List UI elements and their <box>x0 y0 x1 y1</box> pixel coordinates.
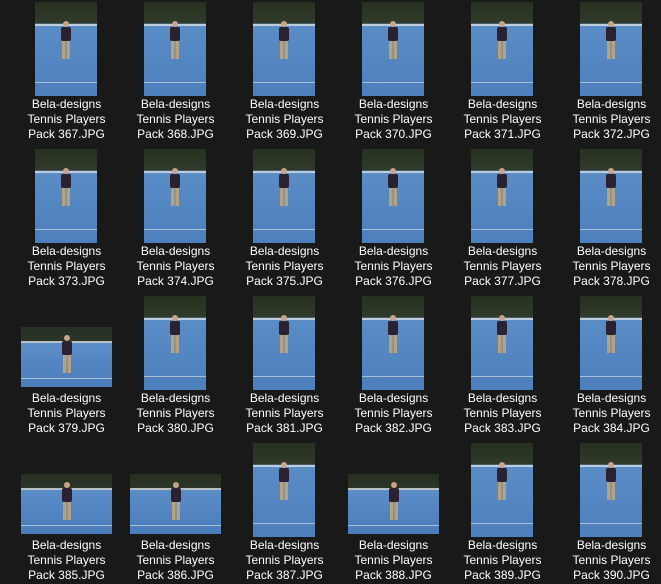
file-item[interactable]: Bela-designs Tennis Players Pack 387.JPG <box>230 443 339 584</box>
file-name[interactable]: Bela-designs Tennis Players Pack 373.JPG <box>12 244 121 289</box>
file-item[interactable]: Bela-designs Tennis Players Pack 377.JPG <box>448 149 557 294</box>
file-thumbnail-grid: Bela-designs Tennis Players Pack 367.JPG… <box>0 0 661 584</box>
image-thumbnail[interactable] <box>253 443 315 537</box>
image-thumbnail[interactable] <box>471 443 533 537</box>
file-name[interactable]: Bela-designs Tennis Players Pack 370.JPG <box>339 97 448 142</box>
file-name[interactable]: Bela-designs Tennis Players Pack 372.JPG <box>557 97 661 142</box>
file-name[interactable]: Bela-designs Tennis Players Pack 375.JPG <box>230 244 339 289</box>
image-thumbnail[interactable] <box>253 149 315 243</box>
file-item[interactable]: Bela-designs Tennis Players Pack 384.JPG <box>557 296 661 441</box>
image-thumbnail[interactable] <box>580 443 642 537</box>
image-thumbnail[interactable] <box>580 149 642 243</box>
file-item[interactable]: Bela-designs Tennis Players Pack 383.JPG <box>448 296 557 441</box>
image-thumbnail[interactable] <box>471 149 533 243</box>
file-item[interactable]: Bela-designs Tennis Players Pack 369.JPG <box>230 2 339 147</box>
file-item[interactable]: Bela-designs Tennis Players Pack 376.JPG <box>339 149 448 294</box>
file-item[interactable]: Bela-designs Tennis Players Pack 374.JPG <box>121 149 230 294</box>
image-thumbnail[interactable] <box>253 2 315 96</box>
image-thumbnail[interactable] <box>348 474 439 534</box>
file-item[interactable]: Bela-designs Tennis Players Pack 382.JPG <box>339 296 448 441</box>
file-name[interactable]: Bela-designs Tennis Players Pack 386.JPG <box>121 538 230 583</box>
file-item[interactable]: Bela-designs Tennis Players Pack 367.JPG <box>12 2 121 147</box>
image-thumbnail[interactable] <box>471 296 533 390</box>
file-item[interactable]: Bela-designs Tennis Players Pack 370.JPG <box>339 2 448 147</box>
file-name[interactable]: Bela-designs Tennis Players Pack 387.JPG <box>230 538 339 583</box>
file-name[interactable]: Bela-designs Tennis Players Pack 388.JPG <box>339 538 448 583</box>
file-item[interactable]: Bela-designs Tennis Players Pack 378.JPG <box>557 149 661 294</box>
file-item[interactable]: Bela-designs Tennis Players Pack 373.JPG <box>12 149 121 294</box>
file-item[interactable]: Bela-designs Tennis Players Pack 372.JPG <box>557 2 661 147</box>
image-thumbnail[interactable] <box>362 296 424 390</box>
image-thumbnail[interactable] <box>471 2 533 96</box>
image-thumbnail[interactable] <box>580 296 642 390</box>
file-name[interactable]: Bela-designs Tennis Players Pack 382.JPG <box>339 391 448 436</box>
image-thumbnail[interactable] <box>130 474 221 534</box>
image-thumbnail[interactable] <box>580 2 642 96</box>
file-item[interactable]: Bela-designs Tennis Players Pack 390.JPG <box>557 443 661 584</box>
file-item[interactable]: Bela-designs Tennis Players Pack 389.JPG <box>448 443 557 584</box>
file-name[interactable]: Bela-designs Tennis Players Pack 385.JPG <box>12 538 121 583</box>
file-item[interactable]: Bela-designs Tennis Players Pack 380.JPG <box>121 296 230 441</box>
image-thumbnail[interactable] <box>253 296 315 390</box>
file-name[interactable]: Bela-designs Tennis Players Pack 368.JPG <box>121 97 230 142</box>
image-thumbnail[interactable] <box>35 2 97 96</box>
file-name[interactable]: Bela-designs Tennis Players Pack 371.JPG <box>448 97 557 142</box>
file-name[interactable]: Bela-designs Tennis Players Pack 376.JPG <box>339 244 448 289</box>
file-item[interactable]: Bela-designs Tennis Players Pack 379.JPG <box>12 296 121 441</box>
file-name[interactable]: Bela-designs Tennis Players Pack 389.JPG <box>448 538 557 583</box>
file-item[interactable]: Bela-designs Tennis Players Pack 386.JPG <box>121 443 230 584</box>
image-thumbnail[interactable] <box>144 296 206 390</box>
file-item[interactable]: Bela-designs Tennis Players Pack 381.JPG <box>230 296 339 441</box>
file-name[interactable]: Bela-designs Tennis Players Pack 377.JPG <box>448 244 557 289</box>
image-thumbnail[interactable] <box>144 2 206 96</box>
file-name[interactable]: Bela-designs Tennis Players Pack 381.JPG <box>230 391 339 436</box>
file-name[interactable]: Bela-designs Tennis Players Pack 390.JPG <box>557 538 661 583</box>
file-name[interactable]: Bela-designs Tennis Players Pack 374.JPG <box>121 244 230 289</box>
file-name[interactable]: Bela-designs Tennis Players Pack 383.JPG <box>448 391 557 436</box>
image-thumbnail[interactable] <box>35 149 97 243</box>
image-thumbnail[interactable] <box>362 149 424 243</box>
file-name[interactable]: Bela-designs Tennis Players Pack 379.JPG <box>12 391 121 436</box>
image-thumbnail[interactable] <box>144 149 206 243</box>
file-name[interactable]: Bela-designs Tennis Players Pack 369.JPG <box>230 97 339 142</box>
file-item[interactable]: Bela-designs Tennis Players Pack 375.JPG <box>230 149 339 294</box>
image-thumbnail[interactable] <box>362 2 424 96</box>
file-item[interactable]: Bela-designs Tennis Players Pack 385.JPG <box>12 443 121 584</box>
file-name[interactable]: Bela-designs Tennis Players Pack 380.JPG <box>121 391 230 436</box>
file-item[interactable]: Bela-designs Tennis Players Pack 388.JPG <box>339 443 448 584</box>
image-thumbnail[interactable] <box>21 474 112 534</box>
file-item[interactable]: Bela-designs Tennis Players Pack 368.JPG <box>121 2 230 147</box>
image-thumbnail[interactable] <box>21 327 112 387</box>
file-name[interactable]: Bela-designs Tennis Players Pack 384.JPG <box>557 391 661 436</box>
file-item[interactable]: Bela-designs Tennis Players Pack 371.JPG <box>448 2 557 147</box>
file-name[interactable]: Bela-designs Tennis Players Pack 367.JPG <box>12 97 121 142</box>
file-name[interactable]: Bela-designs Tennis Players Pack 378.JPG <box>557 244 661 289</box>
